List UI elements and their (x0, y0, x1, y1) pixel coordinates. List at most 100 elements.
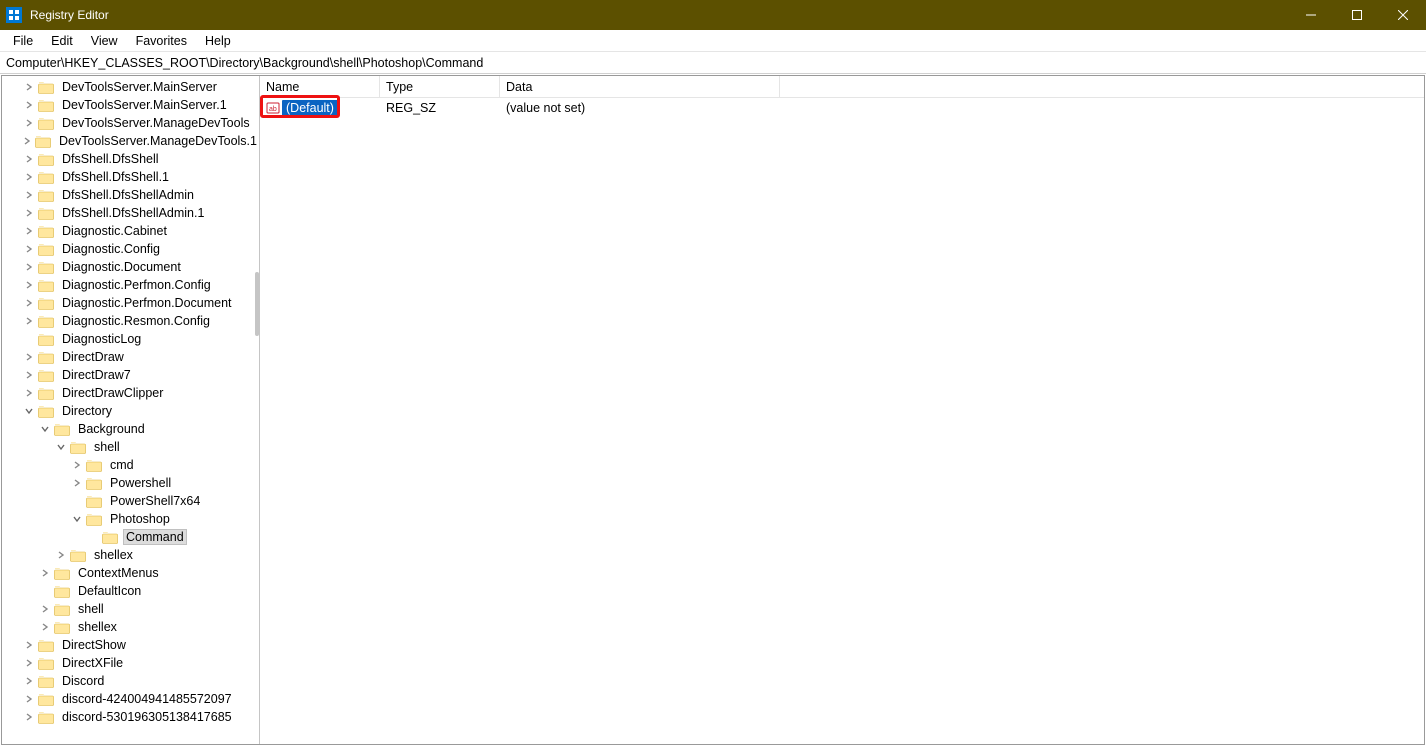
expand-icon[interactable] (70, 476, 84, 490)
expand-icon[interactable] (22, 656, 36, 670)
registry-tree: DevToolsServer.MainServerDevToolsServer.… (2, 76, 259, 728)
tree-item[interactable]: Diagnostic.Document (4, 258, 259, 276)
folder-icon (38, 278, 54, 292)
tree-item[interactable]: DevToolsServer.ManageDevTools.1 (4, 132, 259, 150)
tree-item[interactable]: DevToolsServer.MainServer (4, 78, 259, 96)
tree-item[interactable]: DfsShell.DfsShellAdmin.1 (4, 204, 259, 222)
expand-icon[interactable] (22, 638, 36, 652)
tree-item[interactable]: PowerShell7x64 (4, 492, 259, 510)
tree-item[interactable]: cmd (4, 456, 259, 474)
tree-item[interactable]: Powershell (4, 474, 259, 492)
folder-icon (38, 314, 54, 328)
expand-icon[interactable] (22, 386, 36, 400)
address-bar[interactable]: Computer\HKEY_CLASSES_ROOT\Directory\Bac… (0, 52, 1426, 74)
tree-item[interactable]: Diagnostic.Perfmon.Config (4, 276, 259, 294)
folder-icon (38, 80, 54, 94)
tree-item[interactable]: ContextMenus (4, 564, 259, 582)
tree-item-label: DefaultIcon (76, 584, 143, 598)
tree-item[interactable]: shellex (4, 546, 259, 564)
expand-icon[interactable] (22, 278, 36, 292)
collapse-icon[interactable] (38, 422, 52, 436)
collapse-icon[interactable] (22, 404, 36, 418)
expand-icon[interactable] (22, 188, 36, 202)
tree-item[interactable]: DirectShow (4, 636, 259, 654)
folder-icon (38, 386, 54, 400)
tree-item[interactable]: DiagnosticLog (4, 330, 259, 348)
tree-item[interactable]: DfsShell.DfsShell (4, 150, 259, 168)
value-name-cell: ab(Default) (260, 98, 380, 118)
menu-edit[interactable]: Edit (42, 32, 82, 50)
tree-item[interactable]: shell (4, 600, 259, 618)
collapse-icon[interactable] (54, 440, 68, 454)
tree-item[interactable]: DirectDraw (4, 348, 259, 366)
tree-item[interactable]: Discord (4, 672, 259, 690)
close-button[interactable] (1380, 0, 1426, 30)
tree-item[interactable]: shellex (4, 618, 259, 636)
expand-icon[interactable] (22, 314, 36, 328)
expand-icon[interactable] (38, 620, 52, 634)
tree-item[interactable]: Photoshop (4, 510, 259, 528)
expand-icon[interactable] (22, 350, 36, 364)
column-header-name[interactable]: Name (260, 76, 380, 97)
tree-item-label: Command (124, 530, 186, 544)
titlebar[interactable]: Registry Editor (0, 0, 1426, 30)
tree-item[interactable]: DirectDrawClipper (4, 384, 259, 402)
value-row[interactable]: ab(Default)REG_SZ(value not set) (260, 98, 1424, 118)
expand-icon[interactable] (22, 296, 36, 310)
tree-item[interactable]: DevToolsServer.MainServer.1 (4, 96, 259, 114)
expand-icon[interactable] (22, 674, 36, 688)
tree-item[interactable]: DirectXFile (4, 654, 259, 672)
menu-favorites[interactable]: Favorites (127, 32, 196, 50)
values-header: Name Type Data (260, 76, 1424, 98)
window-controls (1288, 0, 1426, 30)
expand-icon[interactable] (38, 566, 52, 580)
expand-icon[interactable] (38, 602, 52, 616)
expand-icon[interactable] (22, 692, 36, 706)
expand-icon[interactable] (22, 206, 36, 220)
expand-icon[interactable] (22, 116, 36, 130)
expand-icon[interactable] (20, 134, 33, 148)
tree-item[interactable]: Diagnostic.Config (4, 240, 259, 258)
collapse-icon[interactable] (70, 512, 84, 526)
folder-icon (38, 188, 54, 202)
expand-icon[interactable] (22, 260, 36, 274)
tree-item-label: discord-530196305138417685 (60, 710, 234, 724)
expand-icon[interactable] (70, 458, 84, 472)
tree-item[interactable]: Diagnostic.Resmon.Config (4, 312, 259, 330)
expand-icon[interactable] (22, 710, 36, 724)
tree-item[interactable]: Diagnostic.Perfmon.Document (4, 294, 259, 312)
expand-icon[interactable] (22, 242, 36, 256)
expand-icon[interactable] (22, 368, 36, 382)
expand-icon[interactable] (22, 80, 36, 94)
minimize-button[interactable] (1288, 0, 1334, 30)
tree-item[interactable]: Command (4, 528, 259, 546)
tree-item[interactable]: shell (4, 438, 259, 456)
values-list[interactable]: ab(Default)REG_SZ(value not set) (260, 98, 1424, 744)
tree-item[interactable]: Directory (4, 402, 259, 420)
expand-icon[interactable] (22, 170, 36, 184)
folder-icon (38, 296, 54, 310)
tree-item[interactable]: discord-530196305138417685 (4, 708, 259, 726)
column-header-type[interactable]: Type (380, 76, 500, 97)
tree-item[interactable]: DevToolsServer.ManageDevTools (4, 114, 259, 132)
tree-item[interactable]: Diagnostic.Cabinet (4, 222, 259, 240)
tree-item[interactable]: DefaultIcon (4, 582, 259, 600)
folder-icon (86, 458, 102, 472)
column-header-data[interactable]: Data (500, 76, 780, 97)
tree-item[interactable]: DfsShell.DfsShellAdmin (4, 186, 259, 204)
tree-item[interactable]: Background (4, 420, 259, 438)
expand-icon[interactable] (22, 98, 36, 112)
menu-help[interactable]: Help (196, 32, 240, 50)
tree-item[interactable]: DirectDraw7 (4, 366, 259, 384)
menu-view[interactable]: View (82, 32, 127, 50)
tree-scrollbar-thumb[interactable] (255, 272, 259, 336)
menu-file[interactable]: File (4, 32, 42, 50)
tree-item[interactable]: DfsShell.DfsShell.1 (4, 168, 259, 186)
expand-icon[interactable] (22, 152, 36, 166)
expand-icon[interactable] (22, 224, 36, 238)
tree-pane[interactable]: DevToolsServer.MainServerDevToolsServer.… (2, 76, 260, 744)
expand-icon[interactable] (54, 548, 68, 562)
maximize-button[interactable] (1334, 0, 1380, 30)
value-data-cell: (value not set) (500, 98, 780, 118)
tree-item[interactable]: discord-424004941485572097 (4, 690, 259, 708)
